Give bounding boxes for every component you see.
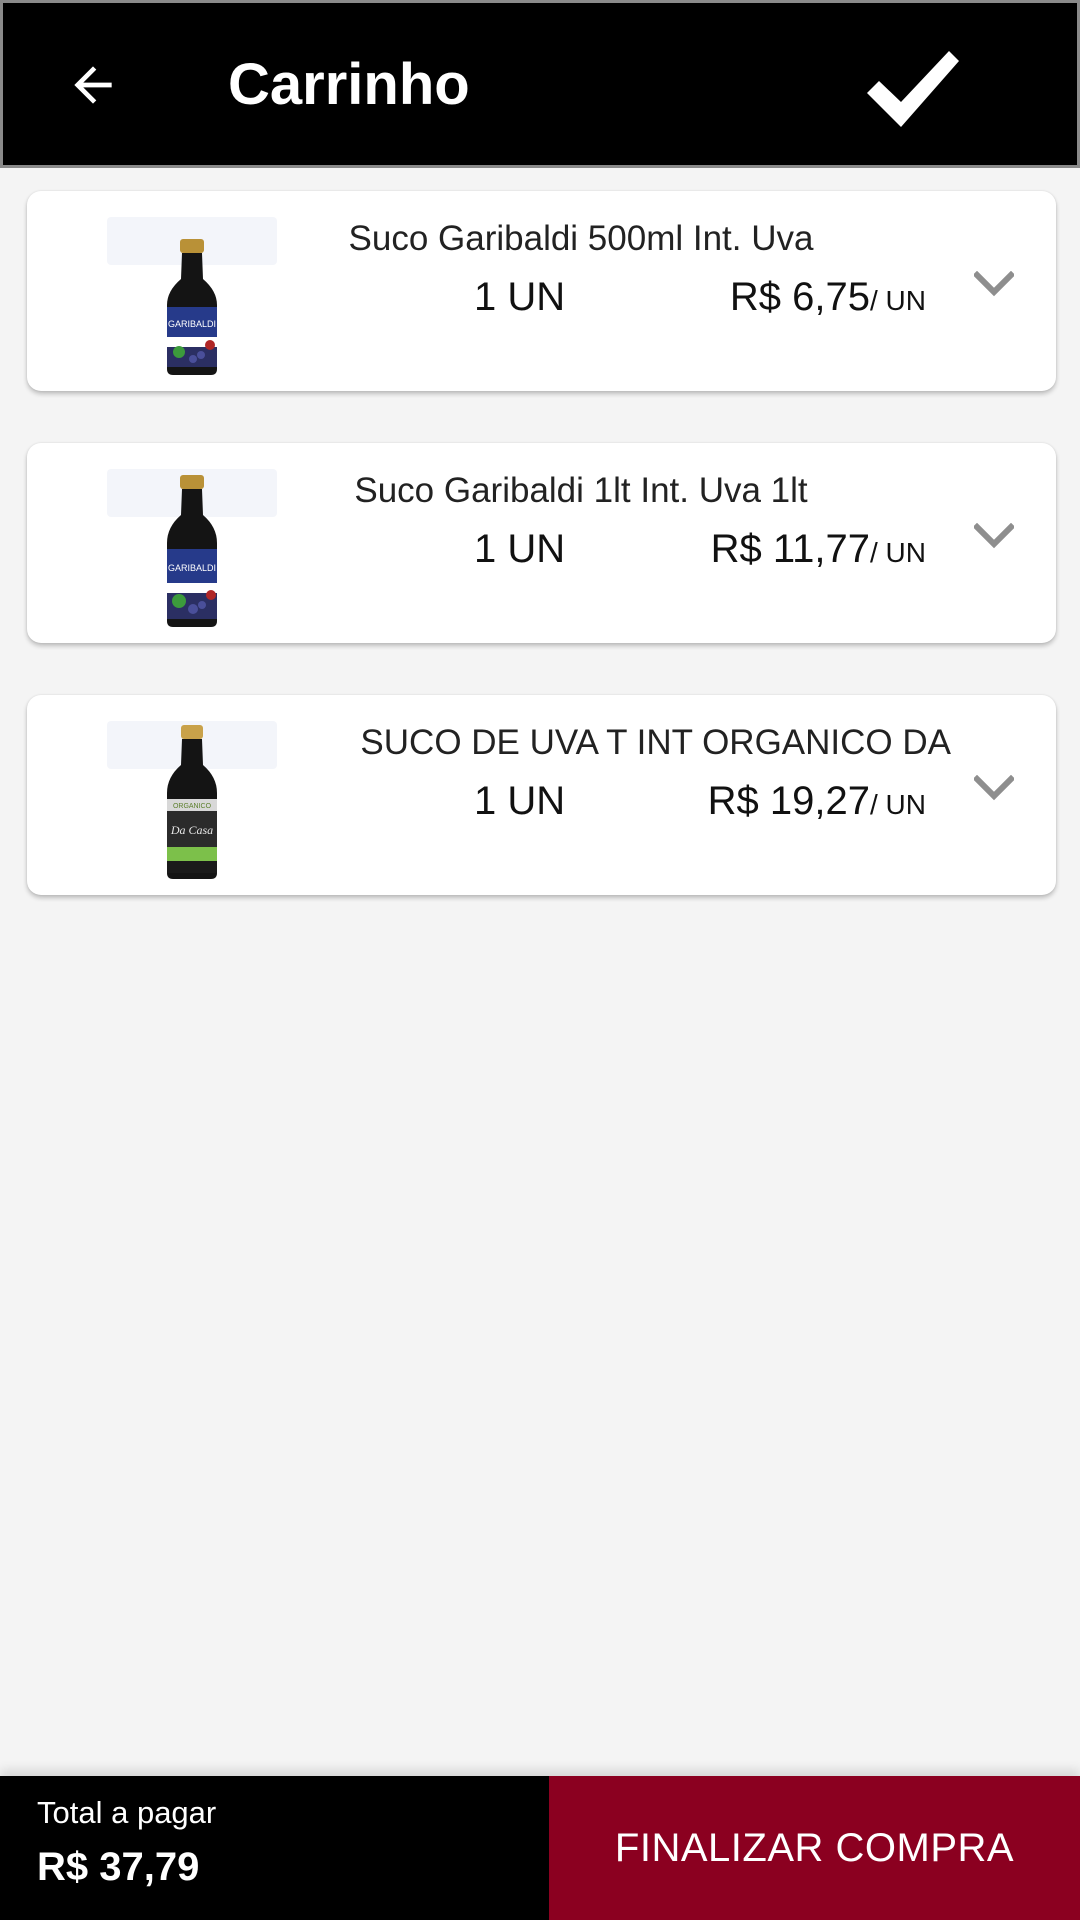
expand-item-button[interactable] [954,753,1034,823]
checkout-bar: Total a pagar R$ 37,79 FINALIZAR COMPRA [0,1776,1080,1920]
arrow-left-icon [74,66,112,104]
product-price: R$ 19,27 [707,779,870,823]
expand-item-button[interactable] [954,249,1034,319]
product-name: SUCO DE UVA T INT ORGANICO DA [360,723,951,762]
svg-text:ORGANICO: ORGANICO [173,803,212,810]
price-unit: / UN [870,537,926,568]
cart-item[interactable]: ORGANICO Da Casa SUCO DE UVA T INT ORGAN… [27,695,1056,895]
confirm-button[interactable] [858,39,968,139]
product-quantity: 1 UN [474,527,566,571]
svg-text:GARIBALDI: GARIBALDI [168,319,216,329]
total-label: Total a pagar [37,1795,217,1830]
checkout-button[interactable]: FINALIZAR COMPRA [549,1776,1080,1920]
chevron-down-icon [974,271,1014,297]
page-title: Carrinho [228,52,470,117]
svg-text:Da Casa: Da Casa [170,823,213,837]
expand-item-button[interactable] [954,501,1034,571]
cart-item[interactable]: GARIBALDI Suco Garibaldi 1lt Int. Uva 1l… [27,443,1056,643]
chevron-down-icon [974,775,1014,801]
price-unit: / UN [870,285,926,316]
total-value: R$ 37,79 [37,1845,200,1889]
product-price-group: R$ 19,27/ UN [708,775,926,836]
cart-list: GARIBALDI Suco Garibaldi 500ml Int. Uva … [27,191,1056,947]
product-quantity: 1 UN [474,779,566,823]
product-name: Suco Garibaldi 1lt Int. Uva 1lt [354,471,808,510]
app-bar: Carrinho [0,0,1080,168]
chevron-down-icon [974,523,1014,549]
product-price: R$ 11,77 [710,527,870,571]
product-quantity: 1 UN [474,275,566,319]
cart-item[interactable]: GARIBALDI Suco Garibaldi 500ml Int. Uva … [27,191,1056,391]
back-button[interactable] [47,39,139,131]
price-unit: / UN [870,789,926,820]
product-price-group: R$ 6,75/ UN [730,271,926,332]
product-price: R$ 6,75 [729,275,870,319]
product-price-group: R$ 11,77/ UN [711,523,926,584]
check-icon [867,51,959,127]
product-name: Suco Garibaldi 500ml Int. Uva [348,219,814,258]
svg-text:GARIBALDI: GARIBALDI [168,563,216,573]
